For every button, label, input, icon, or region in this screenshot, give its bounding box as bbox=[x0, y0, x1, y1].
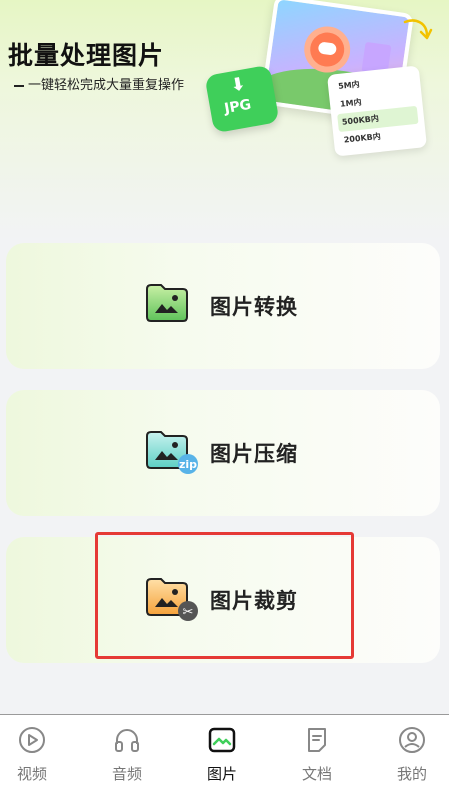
tab-profile-label: 我的 bbox=[396, 765, 427, 783]
image-convert-card[interactable]: 图片转换 bbox=[6, 243, 440, 369]
tab-document[interactable]: 文档 bbox=[285, 715, 349, 788]
image-folder-scissors-icon: ✂ bbox=[145, 577, 198, 621]
image-compress-card[interactable]: zip 图片压缩 bbox=[6, 390, 440, 516]
document-icon bbox=[308, 728, 326, 752]
image-convert-label: 图片转换 bbox=[210, 295, 298, 319]
size-options-card: 5M内 1M内 500KB内 200KB内 bbox=[326, 65, 428, 157]
jpg-badge: ⬇ JPG bbox=[204, 64, 280, 134]
download-arrow-icon: ⬇ bbox=[228, 73, 248, 97]
hero-banner: 批量处理图片 一键轻松完成大量重复操作 ⬇ JPG 5M内 1M内 500KB内… bbox=[0, 0, 449, 240]
tab-profile[interactable]: 我的 bbox=[380, 715, 444, 788]
jpg-badge-label: JPG bbox=[223, 96, 253, 118]
hero-title: 批量处理图片 bbox=[8, 41, 165, 70]
picture-icon bbox=[208, 727, 236, 753]
image-folder-zip-icon: zip bbox=[145, 430, 198, 474]
hero-illustration: ⬇ JPG 5M内 1M内 500KB内 200KB内 bbox=[204, 0, 449, 160]
tab-image[interactable]: 图片 bbox=[190, 715, 254, 788]
play-circle-icon bbox=[19, 727, 45, 753]
tab-video[interactable]: 视频 bbox=[0, 715, 64, 788]
image-crop-label: 图片裁剪 bbox=[210, 589, 298, 613]
hero-subtitle: 一键轻松完成大量重复操作 bbox=[14, 74, 184, 93]
svg-text:zip: zip bbox=[179, 458, 197, 471]
image-folder-icon bbox=[145, 283, 189, 323]
tab-image-label: 图片 bbox=[206, 765, 237, 783]
tab-document-label: 文档 bbox=[301, 765, 332, 783]
profile-icon bbox=[399, 727, 425, 753]
image-compress-label: 图片压缩 bbox=[210, 442, 298, 466]
curved-arrow-icon bbox=[403, 19, 433, 40]
svg-text:✂: ✂ bbox=[183, 605, 194, 620]
tab-audio[interactable]: 音频 bbox=[95, 715, 159, 788]
tab-video-label: 视频 bbox=[16, 765, 47, 783]
image-crop-card[interactable]: ✂ 图片裁剪 bbox=[6, 537, 440, 663]
tab-audio-label: 音频 bbox=[111, 765, 142, 783]
headphones-icon bbox=[115, 729, 139, 752]
bottom-tab-bar: 视频 音频 图片 文档 我的 bbox=[0, 714, 449, 788]
